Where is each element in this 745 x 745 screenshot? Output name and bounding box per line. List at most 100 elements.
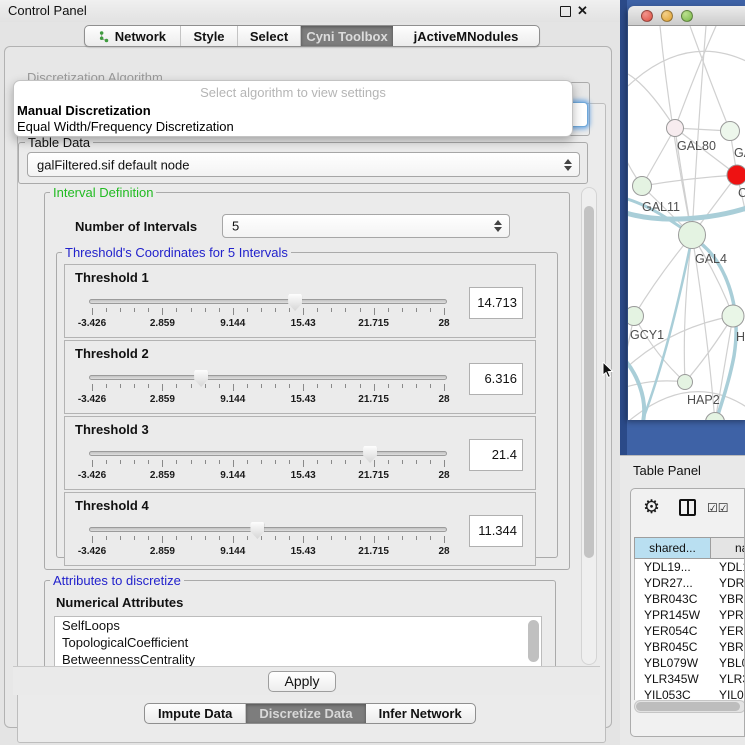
table-row[interactable]: YBR043CYBR0 (635, 591, 745, 607)
slider-thumb[interactable] (363, 446, 377, 463)
stepper-arrows-icon (494, 219, 503, 233)
threshold-slider[interactable]: -3.4262.8599.14415.4321.71528 (89, 521, 447, 565)
tab-network[interactable]: Network (85, 26, 181, 46)
cell-name: YLR3 (711, 671, 745, 687)
tab-label: Select (250, 29, 288, 44)
slider-tick-labels: -3.4262.8599.14415.4321.71528 (92, 470, 444, 482)
network-node[interactable] (706, 413, 725, 421)
network-edge[interactable] (642, 175, 737, 186)
close-traffic-light-icon[interactable] (641, 10, 653, 22)
threshold-value-field[interactable]: 11.344 (469, 515, 523, 547)
list-item[interactable]: SelfLoops (55, 617, 541, 634)
network-edge[interactable] (642, 128, 675, 186)
number-of-intervals-combobox[interactable]: 5 (222, 214, 510, 238)
split-columns-icon[interactable] (679, 499, 696, 516)
network-node[interactable] (678, 375, 693, 390)
threshold-value-field[interactable]: 6.316 (469, 363, 523, 395)
slider-track[interactable] (89, 451, 447, 456)
close-icon[interactable]: ✕ (577, 3, 588, 14)
node-label: C (738, 186, 745, 200)
network-edge[interactable] (690, 26, 730, 131)
dropdown-item-manual-discretization[interactable]: Manual Discretization (17, 103, 151, 118)
tab-cyni-toolbox[interactable]: Cyni Toolbox (301, 26, 393, 46)
table-data-combobox[interactable]: galFiltered.sif default node (27, 152, 580, 177)
column-header-shared-name[interactable]: shared... (634, 537, 710, 559)
bottom-tab-impute-data[interactable]: Impute Data (145, 704, 246, 723)
cell-name: YER0 (711, 623, 745, 639)
list-item[interactable]: TopologicalCoefficient (55, 634, 541, 651)
slider-thumb[interactable] (250, 522, 264, 539)
threshold-slider[interactable]: -3.4262.8599.14415.4321.71528 (89, 369, 447, 413)
table-panel-box: ⚙ ☑☑ shared... na YDL19...YDL1YDR27...YD… (630, 488, 745, 737)
main-scrollbar-thumb[interactable] (584, 206, 594, 558)
network-node[interactable] (727, 165, 745, 185)
table-row[interactable]: YLR345WYLR3 (635, 671, 745, 687)
main-scrollbar-track[interactable] (581, 187, 597, 665)
threshold-value-field[interactable]: 21.4 (469, 439, 523, 471)
network-node[interactable] (721, 122, 740, 141)
table-row[interactable]: YER054CYER0 (635, 623, 745, 639)
minimize-traffic-light-icon[interactable] (661, 10, 673, 22)
table-row[interactable]: YBL079WYBL0 (635, 655, 745, 671)
table-hscrollbar-thumb[interactable] (636, 702, 740, 711)
float-window-icon[interactable] (560, 6, 571, 17)
cyni-bottom-tabs: Impute DataDiscretize DataInfer Network (144, 703, 476, 724)
tick-label: 21.715 (358, 318, 389, 329)
slider-thumb[interactable] (194, 370, 208, 387)
network-node[interactable] (667, 120, 684, 137)
table-row[interactable]: YDR27...YDR2 (635, 575, 745, 591)
tab-select[interactable]: Select (238, 26, 301, 46)
network-edge[interactable] (685, 316, 733, 382)
cell-name: YIL0 (711, 687, 745, 700)
dropdown-item-equal-width-frequency[interactable]: Equal Width/Frequency Discretization (17, 119, 234, 134)
tick-label: 28 (438, 394, 449, 405)
numerical-attributes-list[interactable]: SelfLoopsTopologicalCoefficientBetweenne… (54, 616, 542, 666)
network-node[interactable] (628, 307, 644, 326)
slider-thumb[interactable] (288, 294, 302, 311)
network-canvas[interactable]: GAL80GACGAL11GAL4GCY1HHAP2 (628, 26, 745, 420)
table-hscrollbar-track[interactable] (634, 700, 745, 713)
bottom-tab-infer-network[interactable]: Infer Network (366, 704, 475, 723)
list-item[interactable]: BetweennessCentrality (55, 651, 541, 666)
table-row[interactable]: YDL19...YDL1 (635, 559, 745, 575)
network-edge[interactable] (692, 26, 706, 235)
gear-icon[interactable]: ⚙ (643, 498, 660, 517)
network-node[interactable] (722, 305, 744, 327)
table-row[interactable]: YPR145WYPR1 (635, 607, 745, 623)
table-row[interactable]: YBR045CYBR0 (635, 639, 745, 655)
control-panel-title: Control Panel (8, 3, 87, 18)
checkboxes-icon[interactable]: ☑☑ (707, 501, 729, 515)
network-edge[interactable] (628, 316, 733, 371)
network-node[interactable] (679, 222, 706, 249)
list-scrollbar[interactable] (528, 620, 539, 662)
node-table: shared... na YDL19...YDL1YDR27...YDR2YBR… (634, 537, 744, 736)
column-header-name[interactable]: na (710, 537, 745, 559)
network-edge[interactable] (628, 74, 675, 128)
slider-track[interactable] (89, 375, 447, 380)
slider-track[interactable] (89, 299, 447, 304)
zoom-traffic-light-icon[interactable] (681, 10, 693, 22)
cell-shared-name: YLR345W (635, 671, 711, 687)
apply-row: Apply (13, 666, 600, 695)
cell-shared-name: YBR045C (635, 639, 711, 655)
tab-style[interactable]: Style (181, 26, 238, 46)
table-row[interactable]: YIL053CYIL0 (635, 687, 745, 700)
control-panel-tabs: NetworkStyle Select Cyni ToolboxjActiveMNo… (84, 25, 540, 47)
network-window-titlebar[interactable] (628, 6, 745, 26)
settings-scroll-viewport: Interval Definition Number of Intervals … (20, 186, 578, 666)
network-node[interactable] (633, 177, 652, 196)
apply-button[interactable]: Apply (268, 671, 336, 692)
tick-label: 9.144 (220, 470, 245, 481)
network-edge[interactable] (628, 51, 745, 86)
bottom-tab-discretize-data[interactable]: Discretize Data (246, 704, 365, 723)
network-view-window: GAL80GACGAL11GAL4GCY1HHAP2 (628, 6, 745, 420)
slider-tick-labels: -3.4262.8599.14415.4321.71528 (92, 394, 444, 406)
threshold-value-field[interactable]: 14.713 (469, 287, 523, 319)
tab-jactivemnodules[interactable]: jActiveMNodules (393, 26, 539, 46)
tick-label: 21.715 (358, 394, 389, 405)
threshold-panel-1: Threshold 1-3.4262.8599.14415.4321.71528… (64, 264, 536, 338)
threshold-slider[interactable]: -3.4262.8599.14415.4321.71528 (89, 293, 447, 337)
threshold-slider[interactable]: -3.4262.8599.14415.4321.71528 (89, 445, 447, 489)
slider-track[interactable] (89, 527, 447, 532)
slider-tick-labels: -3.4262.8599.14415.4321.71528 (92, 318, 444, 330)
